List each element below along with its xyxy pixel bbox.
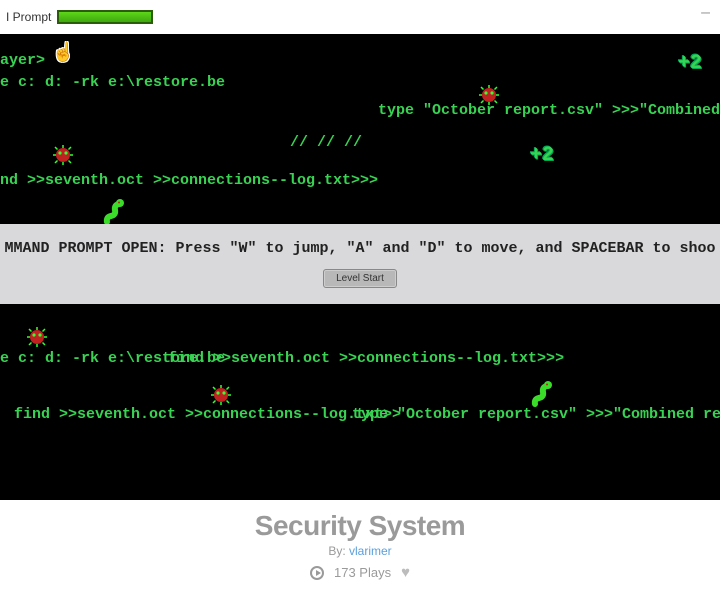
- score-popup: +2: [530, 144, 554, 167]
- worm-enemy-icon: [530, 380, 554, 408]
- window-title: I Prompt: [6, 10, 51, 24]
- game-meta: Security System By: vlarimer 173 Plays ♥: [0, 500, 720, 581]
- window-minimize-button[interactable]: –: [701, 4, 710, 22]
- virus-enemy-icon: [26, 326, 48, 348]
- terminal-line: type "October report.csv" >>>"Combined r…: [378, 102, 720, 119]
- virus-enemy-icon: [478, 84, 500, 106]
- author-link[interactable]: vlarimer: [349, 544, 392, 558]
- game-byline: By: vlarimer: [0, 544, 720, 558]
- instruction-overlay: MMAND PROMPT OPEN: Press "W" to jump, "A…: [0, 224, 720, 304]
- plays-count: 173 Plays: [334, 565, 391, 580]
- game-stats: 173 Plays ♥: [0, 564, 720, 581]
- terminal-line: find >>seventh.oct >>connections--log.tx…: [168, 350, 564, 367]
- virus-enemy-icon: [210, 384, 232, 406]
- level-start-button[interactable]: Level Start: [323, 269, 397, 288]
- instruction-text: MMAND PROMPT OPEN: Press "W" to jump, "A…: [4, 240, 715, 257]
- terminal-line: nd >>seventh.oct >>connections--log.txt>…: [0, 172, 378, 189]
- terminal-line: find >>seventh.oct >>connections--log.tx…: [14, 406, 401, 423]
- window-titlebar: I Prompt –: [0, 0, 720, 34]
- score-popup: +2: [678, 52, 702, 75]
- cursor-icon: ☝: [52, 42, 74, 63]
- terminal-line: e c: d: -rk e:\restore.be: [0, 74, 225, 91]
- worm-enemy-icon: [102, 198, 126, 226]
- game-title: Security System: [0, 510, 720, 542]
- terminal-line: // // //: [290, 134, 362, 151]
- terminal-line: type "October report.csv" >>>"Combined r…: [352, 406, 720, 423]
- plays-icon: [310, 566, 324, 580]
- game-viewport[interactable]: ☝ ayer> e c: d: -rk e:\restore.be type "…: [0, 34, 720, 500]
- virus-enemy-icon: [52, 144, 74, 166]
- health-bar: [57, 10, 153, 24]
- terminal-line: ayer>: [0, 52, 45, 69]
- by-prefix: By:: [328, 544, 345, 558]
- heart-icon[interactable]: ♥: [401, 564, 410, 581]
